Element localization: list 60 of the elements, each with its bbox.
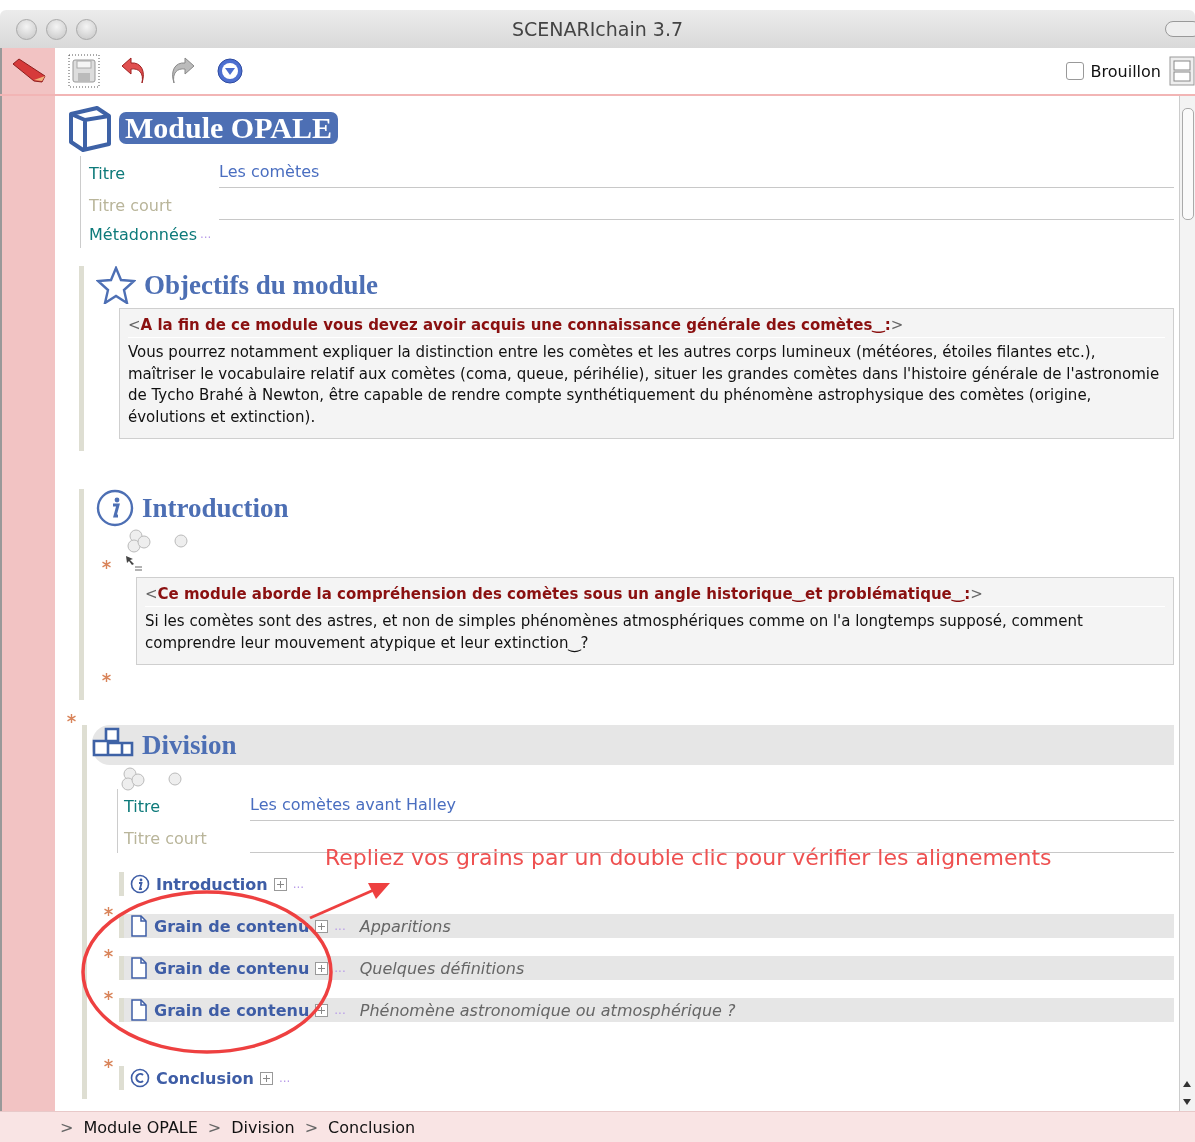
- cursor-list-icon: [125, 555, 143, 573]
- breadcrumb-separator: >: [207, 1117, 222, 1137]
- save-icon[interactable]: [68, 54, 100, 88]
- item-title[interactable]: Conclusion: [156, 1068, 254, 1088]
- field-label: Titre: [89, 164, 127, 185]
- star-icon: [96, 266, 136, 304]
- asterisk-icon: [102, 559, 111, 569]
- section-title: Objectifs du module: [144, 269, 378, 301]
- module-title: Module OPALE: [119, 112, 338, 144]
- box-heading: <A la fin de ce module vous devez avoir acquis une connaissance générale des comètes‿:>: [128, 313, 1165, 338]
- c-circle-icon: [130, 1068, 150, 1088]
- text-field[interactable]: Les comètes avant Halley: [250, 795, 1174, 821]
- minimize-button[interactable]: [46, 18, 67, 40]
- info-icon: [96, 489, 134, 527]
- toolbar-toggle-button[interactable]: [1165, 21, 1195, 37]
- item-subtitle: Phénomène astronomique ou atmosphérique ?: [359, 1000, 736, 1020]
- document-icon: [130, 999, 148, 1021]
- box-heading: <Ce module aborde la compréhension des comètes sous un angle historique‿et problématique‿:>: [145, 582, 1165, 607]
- bubbles-icon: [126, 529, 152, 553]
- field-label: Titre: [124, 797, 162, 818]
- asterisk-icon: [102, 673, 111, 682]
- field-label: Titre court: [124, 829, 208, 850]
- info-icon: [130, 874, 150, 894]
- document-icon: [130, 915, 148, 937]
- box-paragraph: Vous pourrez notamment expliquer la distinction entre les comètes et les autres corps lumineux (météores, étoiles filantes etc.), maîtriser le vocabulaire relatif aux comètes (coma, queue, périhélie), situer les grandes comètes dans l'histoire générale de l'astronomie de Tycho Brahé à Newton, être capable de rendre compte synthétiquement du phénomène astrophysique des comètes (origine, évolutions et extinction).: [128, 342, 1161, 428]
- item-subtitle: Quelques définitions: [359, 958, 525, 978]
- bubble-icon: [174, 534, 188, 548]
- close-button[interactable]: [16, 18, 37, 40]
- item-subtitle: Apparitions: [359, 916, 451, 936]
- text-field[interactable]: Les comètes: [219, 162, 1174, 188]
- breadcrumb-item[interactable]: Module OPALE: [83, 1117, 198, 1137]
- pencil-icon: [10, 58, 48, 84]
- item-title[interactable]: Introduction: [156, 874, 268, 894]
- field-label: Titre court: [89, 196, 173, 217]
- bubble-icon: [168, 772, 182, 786]
- breadcrumb-item[interactable]: Division: [231, 1117, 295, 1137]
- section-title: Division: [142, 729, 237, 761]
- zoom-button[interactable]: [76, 18, 97, 40]
- item-title[interactable]: Grain de contenu: [154, 1000, 310, 1020]
- draft-checkbox[interactable]: Brouillon: [1065, 61, 1161, 81]
- section-title: Introduction: [142, 492, 289, 524]
- expand-icon[interactable]: [315, 961, 329, 975]
- box-paragraph: Si les comètes sont des astres, et non de simples phénomènes atmosphériques comme on l'a longtemps supposé, comment comprendre leur mouvement atypique et leur extinction‿?: [145, 611, 1084, 654]
- item-title[interactable]: Grain de contenu: [154, 916, 310, 936]
- annotation-text: Repliez vos grains par un double clic pour vérifier les alignements: [325, 845, 1052, 870]
- split-view-icon[interactable]: [1169, 56, 1195, 86]
- bubbles-icon: [120, 767, 146, 791]
- scrollbar-thumb[interactable]: [1182, 108, 1194, 220]
- asterisk-icon: [67, 714, 76, 723]
- down-circle-icon[interactable]: [216, 57, 244, 85]
- metadata-link[interactable]: Métadonnées: [89, 224, 197, 244]
- expand-icon[interactable]: [315, 919, 329, 933]
- breadcrumb-separator: >: [304, 1117, 319, 1137]
- item-title[interactable]: Grain de contenu: [154, 958, 310, 978]
- document-icon: [130, 957, 148, 979]
- breadcrumb-item[interactable]: Conclusion: [328, 1117, 416, 1137]
- window-title: SCENARIchain 3.7: [511, 18, 684, 40]
- expand-icon[interactable]: [273, 877, 287, 891]
- expand-icon[interactable]: [259, 1071, 273, 1085]
- breadcrumb-separator: >: [60, 1117, 74, 1137]
